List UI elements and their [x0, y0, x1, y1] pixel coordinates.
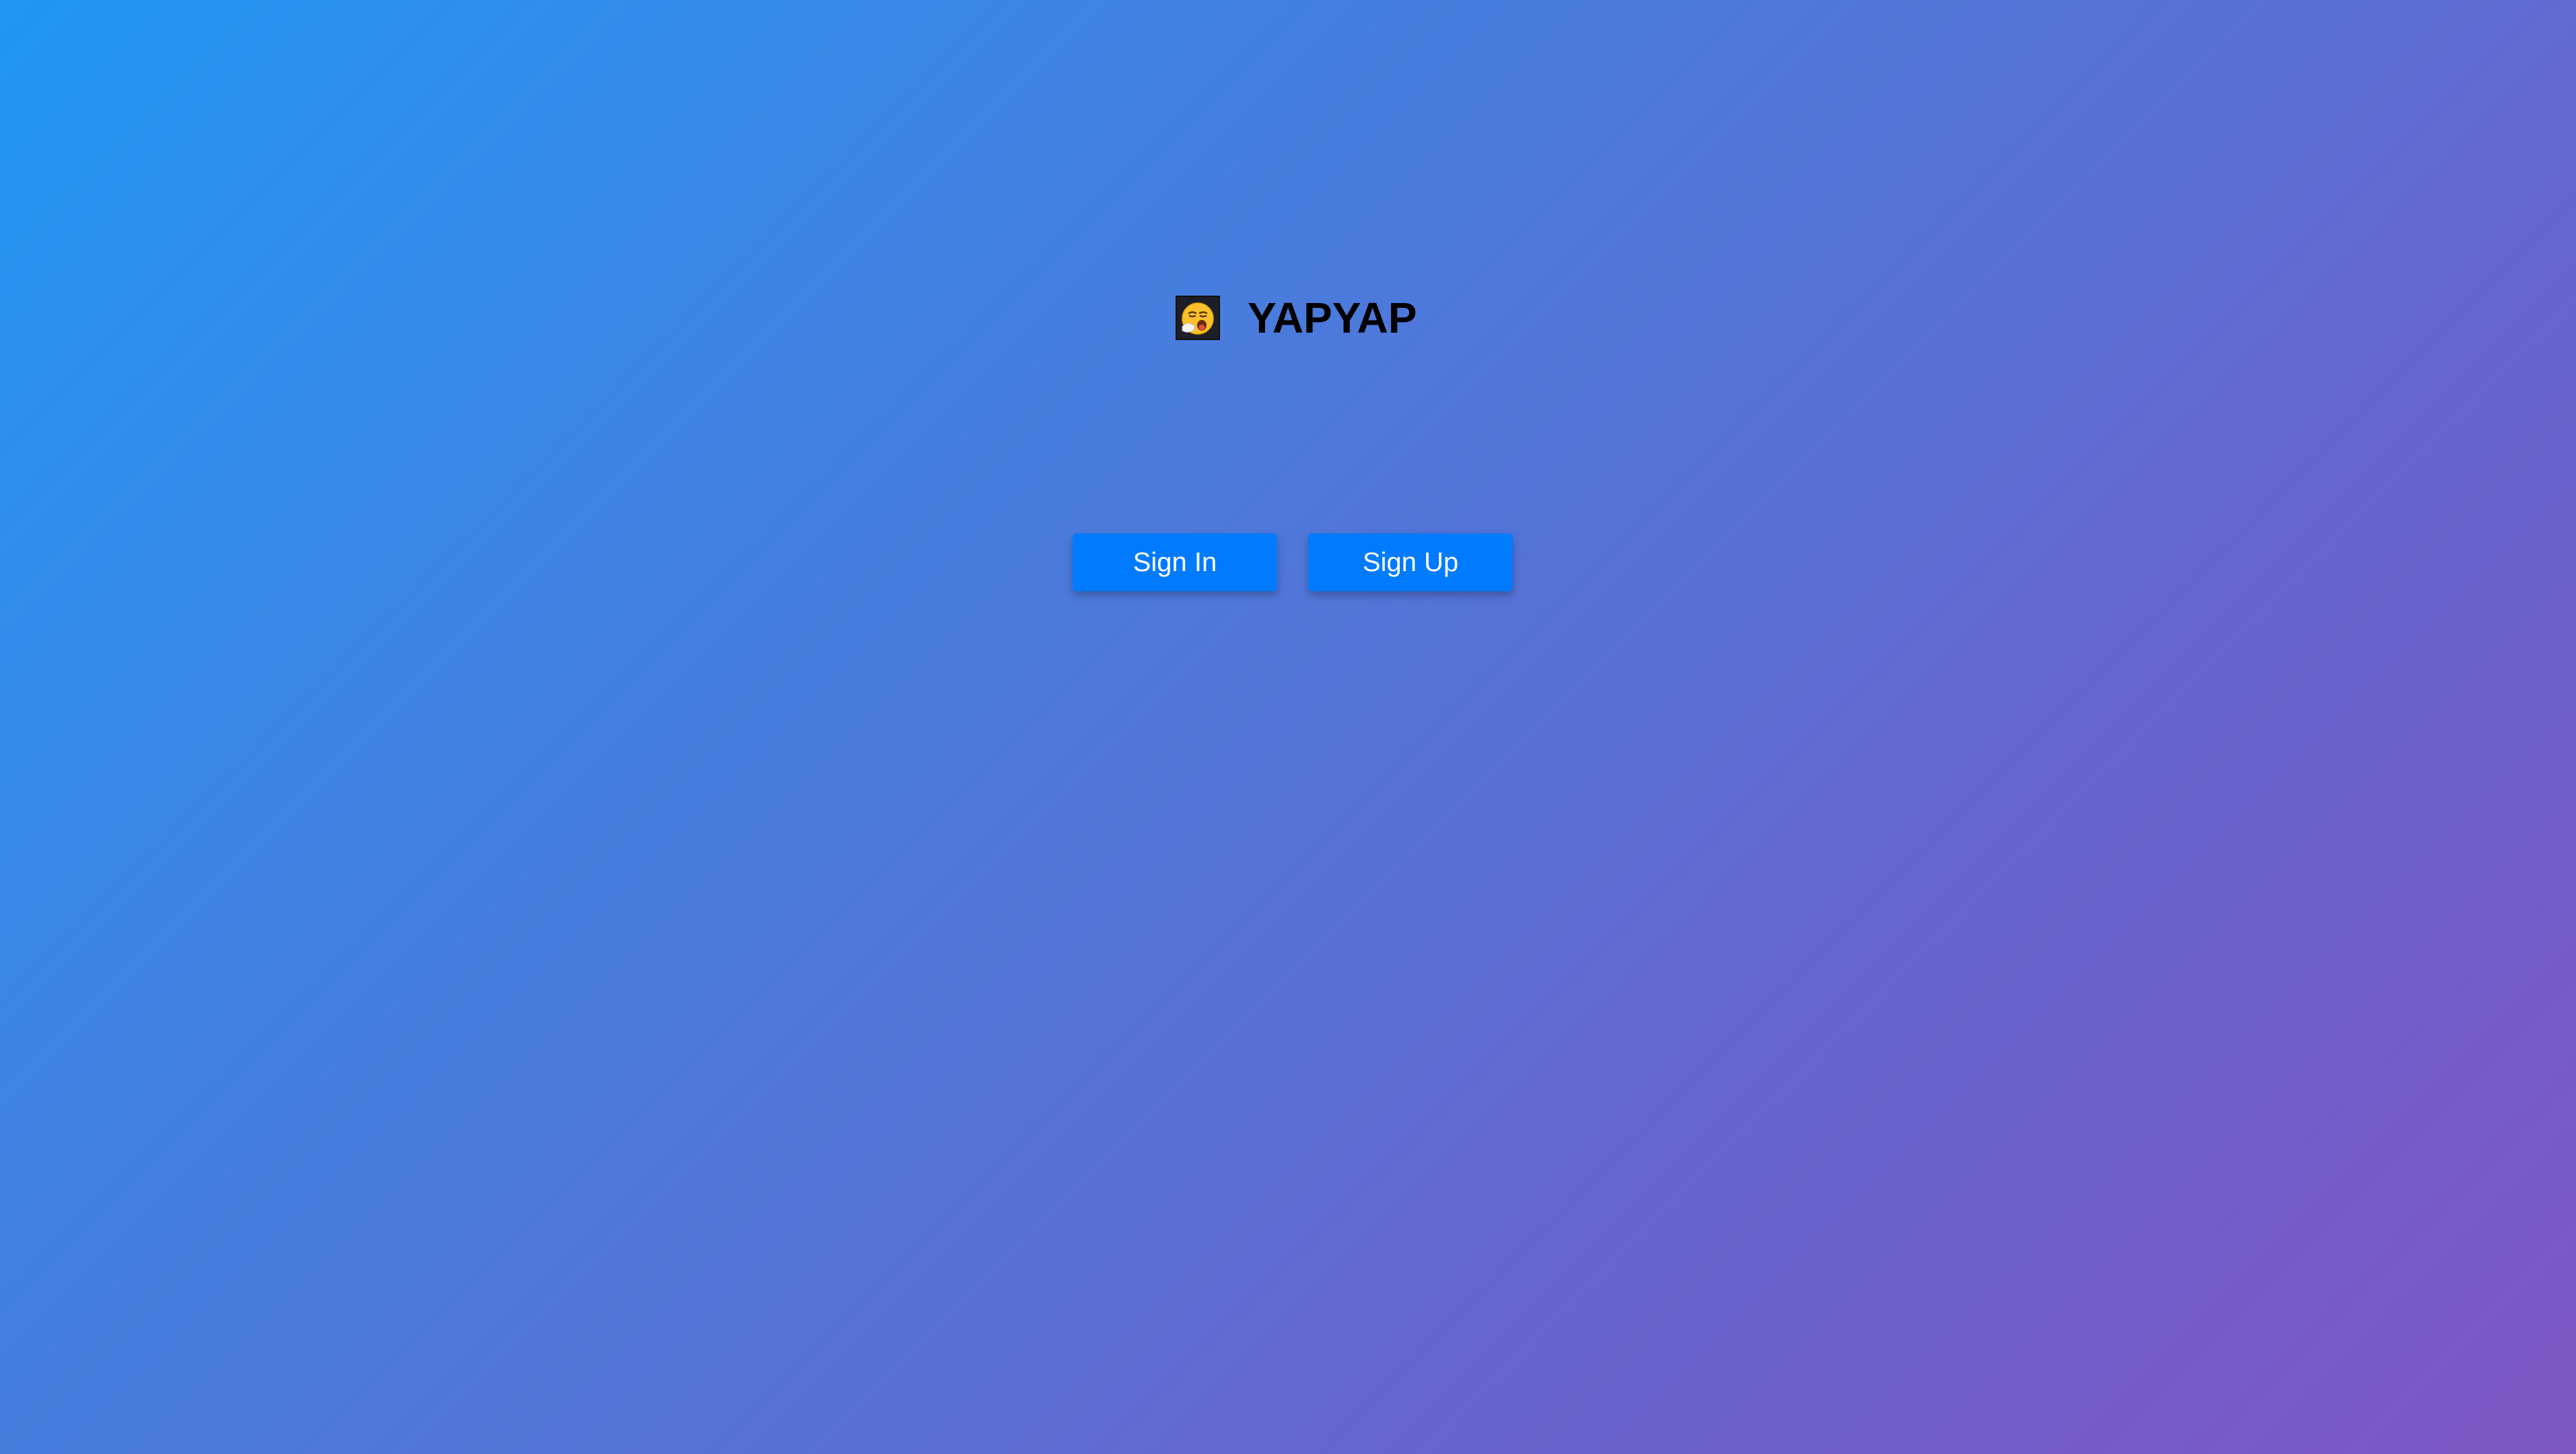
- sign-up-button[interactable]: Sign Up: [1308, 533, 1513, 591]
- yawning-face-icon: [1176, 296, 1220, 340]
- app-title: YAPYAP: [1248, 294, 1417, 342]
- app-header: YAPYAP: [0, 294, 2576, 342]
- sign-in-button[interactable]: Sign In: [1073, 533, 1277, 591]
